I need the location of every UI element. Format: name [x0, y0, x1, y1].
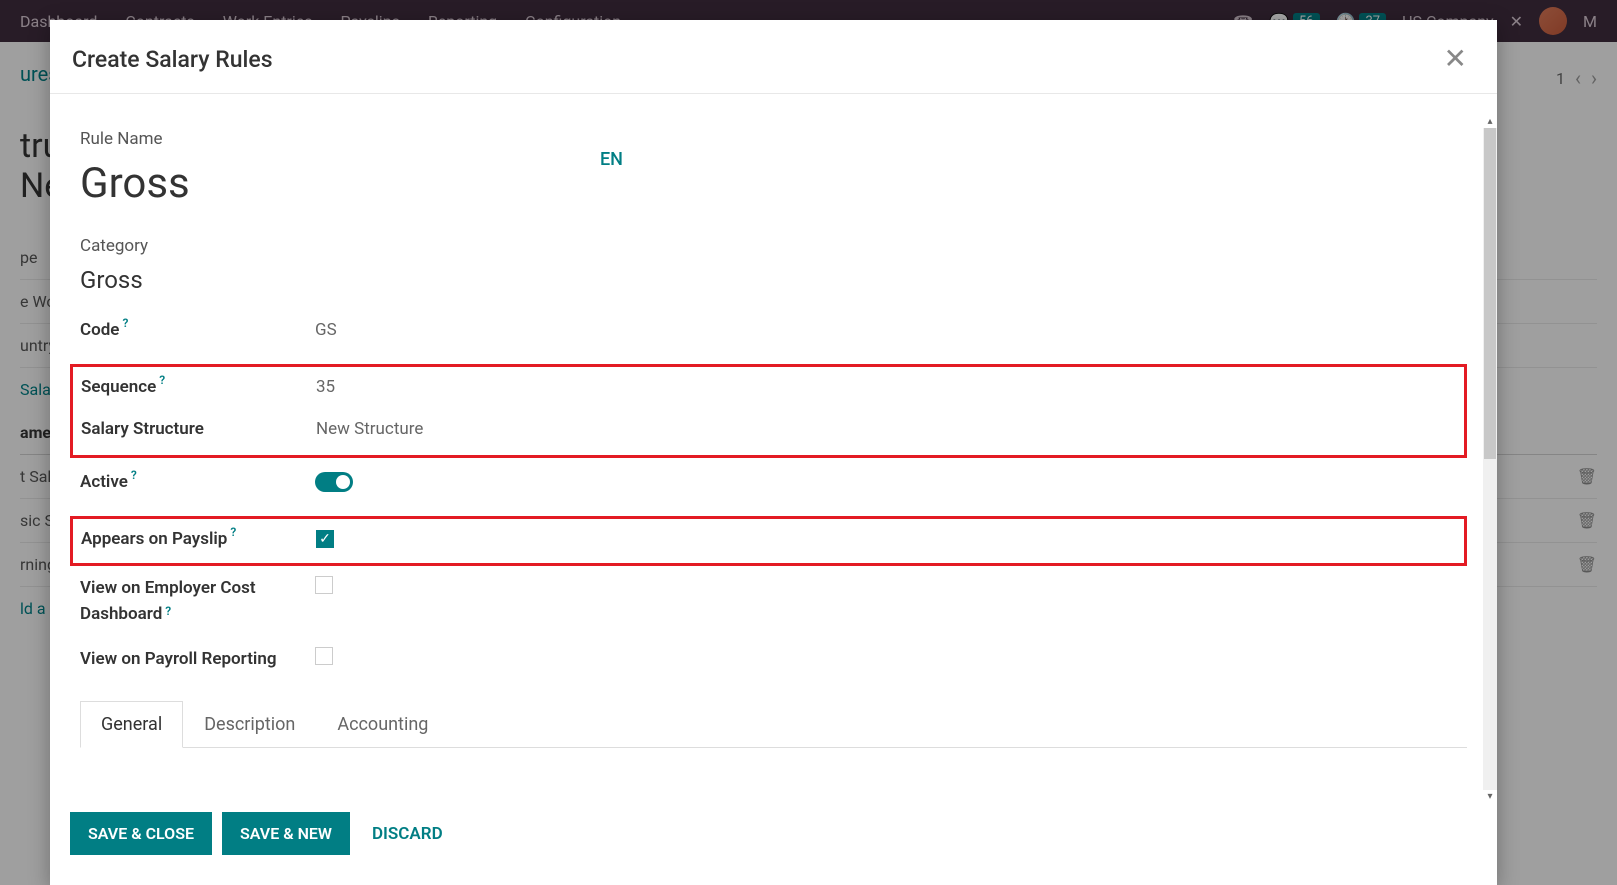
help-icon[interactable]: ?: [159, 373, 165, 387]
code-label: Code?: [80, 320, 315, 340]
rule-name-input[interactable]: Gross: [80, 159, 1467, 208]
tab-description[interactable]: Description: [183, 701, 316, 748]
tab-accounting[interactable]: Accounting: [316, 701, 449, 748]
payroll-reporting-checkbox[interactable]: [315, 647, 333, 665]
payroll-reporting-label: View on Payroll Reporting: [80, 647, 315, 673]
highlight-appears-payslip: Appears on Payslip? ✓: [70, 516, 1467, 566]
create-salary-rules-modal: Create Salary Rules ✕ ▴ ▾ Rule Name Gros…: [50, 20, 1497, 885]
appears-payslip-label: Appears on Payslip?: [81, 529, 316, 549]
help-icon[interactable]: ?: [230, 525, 236, 539]
active-toggle[interactable]: [315, 472, 353, 492]
sequence-label: Sequence?: [81, 377, 316, 397]
help-icon[interactable]: ?: [131, 468, 137, 482]
employer-cost-label: View on Employer Cost Dashboard?: [80, 576, 315, 627]
help-icon[interactable]: ?: [122, 316, 128, 330]
sequence-input[interactable]: 35: [316, 377, 335, 397]
appears-payslip-checkbox[interactable]: ✓: [316, 530, 334, 548]
salary-structure-label: Salary Structure: [81, 419, 316, 439]
category-input[interactable]: Gross: [80, 266, 1467, 294]
tab-general[interactable]: General: [80, 701, 183, 748]
save-new-button[interactable]: SAVE & NEW: [222, 812, 350, 855]
save-close-button[interactable]: SAVE & CLOSE: [70, 812, 212, 855]
highlight-sequence-structure: Sequence? 35 Salary Structure New Struct…: [70, 364, 1467, 458]
discard-button[interactable]: DISCARD: [372, 824, 443, 844]
close-icon[interactable]: ✕: [1444, 45, 1467, 73]
rule-name-label: Rule Name: [80, 129, 1467, 149]
salary-structure-input[interactable]: New Structure: [316, 419, 423, 439]
employer-cost-checkbox[interactable]: [315, 576, 333, 594]
active-label: Active?: [80, 472, 315, 492]
language-badge[interactable]: EN: [600, 149, 623, 170]
code-input[interactable]: GS: [315, 320, 337, 340]
tabs: General Description Accounting: [80, 700, 1467, 748]
category-label: Category: [80, 236, 1467, 256]
help-icon[interactable]: ?: [165, 604, 171, 618]
modal-title: Create Salary Rules: [72, 46, 273, 73]
